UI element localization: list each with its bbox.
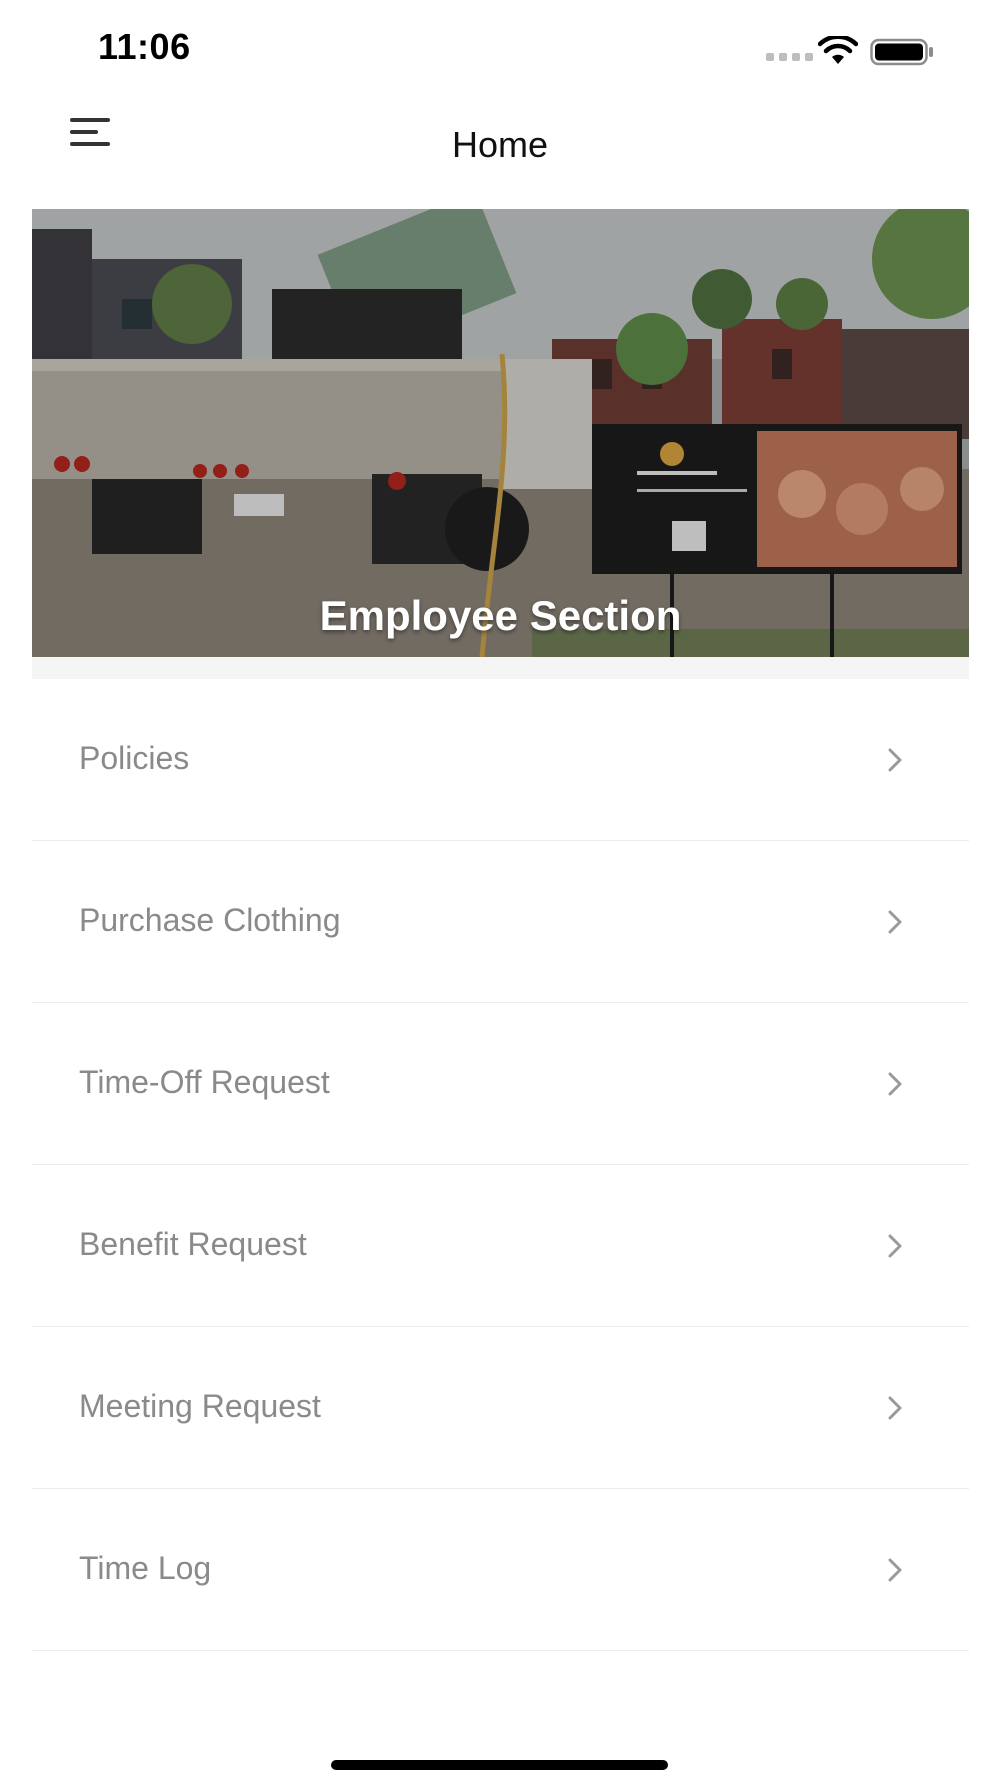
cellular-signal-icon: [766, 53, 813, 61]
menu-item-policies[interactable]: Policies: [32, 679, 969, 841]
employee-menu-list: Policies Purchase Clothing Time-Off Requ…: [32, 679, 969, 1651]
menu-item-label: Policies: [79, 740, 190, 776]
menu-item-label: Benefit Request: [79, 1226, 307, 1262]
status-bar: 11:06: [0, 0, 1000, 100]
menu-item-benefit-request[interactable]: Benefit Request: [32, 1165, 969, 1327]
menu-item-label: Time-Off Request: [79, 1064, 330, 1100]
chevron-right-icon: [888, 910, 902, 934]
section-divider: [32, 657, 969, 679]
menu-item-meeting-request[interactable]: Meeting Request: [32, 1327, 969, 1489]
home-indicator[interactable]: [331, 1760, 668, 1770]
wifi-icon: [818, 36, 858, 64]
menu-item-purchase-clothing[interactable]: Purchase Clothing: [32, 841, 969, 1003]
hero-banner: Employee Section: [32, 209, 969, 657]
hero-caption: Employee Section: [319, 592, 682, 639]
menu-item-label: Time Log: [79, 1550, 212, 1586]
menu-item-time-off-request[interactable]: Time-Off Request: [32, 1003, 969, 1165]
menu-item-time-log[interactable]: Time Log: [32, 1489, 969, 1651]
chevron-right-icon: [888, 1558, 902, 1582]
status-time: 11:06: [98, 26, 191, 67]
chevron-right-icon: [888, 748, 902, 772]
menu-item-label: Purchase Clothing: [79, 902, 341, 938]
chevron-right-icon: [888, 1234, 902, 1258]
battery-icon: [870, 38, 933, 66]
banner-photo: [32, 209, 969, 657]
page-title: Home: [451, 124, 549, 165]
chevron-right-icon: [888, 1072, 902, 1096]
chevron-right-icon: [888, 1396, 902, 1420]
menu-item-label: Meeting Request: [79, 1388, 321, 1424]
